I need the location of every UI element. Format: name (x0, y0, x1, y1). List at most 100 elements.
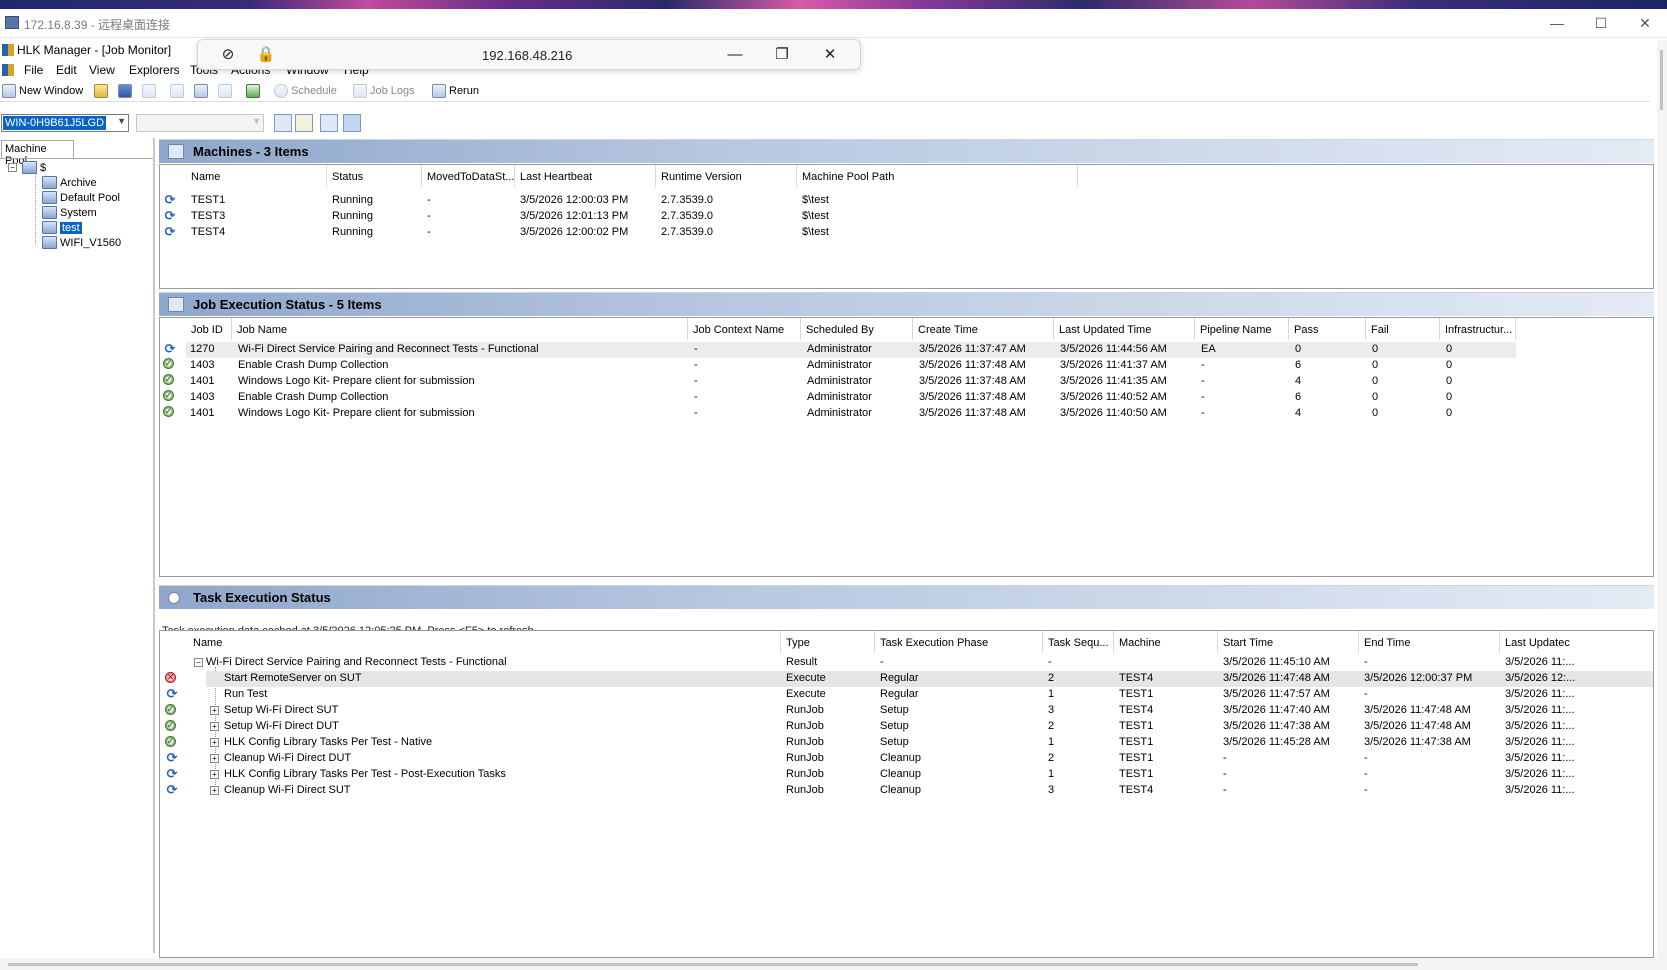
table-cell: TEST1 (191, 194, 226, 206)
column-header[interactable]: Pass (1289, 318, 1366, 340)
server-group-icon (42, 236, 57, 249)
pool-item-test[interactable]: test (42, 220, 82, 235)
refresh-status-icon: ⟳ (164, 341, 176, 356)
float-minimize-icon[interactable]: — (725, 45, 745, 65)
column-header[interactable]: Name (186, 165, 327, 187)
server-group-icon (42, 191, 57, 204)
table-cell: TEST4 (191, 226, 226, 238)
tab-machine-pool[interactable]: Machine Pool (1, 140, 74, 167)
column-header[interactable]: Task Sequ... (1043, 631, 1114, 653)
print-button[interactable] (142, 83, 156, 99)
table-cell: - (427, 226, 431, 238)
float-restore-icon[interactable]: ❐ (772, 45, 792, 65)
table-cell: 3/5/2026 11:41:35 AM (1060, 375, 1167, 387)
menu-edit[interactable]: Edit (56, 63, 77, 77)
paste-button[interactable] (218, 83, 232, 99)
vertical-scrollbar[interactable] (1657, 40, 1667, 960)
tasks-section-header: Task Execution Status (159, 585, 1654, 609)
schedule-button[interactable]: Schedule (274, 83, 337, 99)
table-cell: 3/5/2026 11:... (1505, 784, 1575, 796)
menu-file[interactable]: File (24, 63, 43, 77)
close-icon[interactable]: ✕ (1628, 13, 1662, 33)
expand-icon[interactable]: + (210, 754, 219, 763)
table-cell: 1403 (190, 359, 215, 371)
table-cell: Running (332, 194, 373, 206)
table-cell: 3/5/2026 11:41:37 AM (1060, 359, 1167, 371)
filter-view-icon[interactable] (295, 114, 313, 132)
column-header[interactable]: Start Time (1218, 631, 1359, 653)
table-cell: 3/5/2026 11:... (1505, 736, 1575, 748)
open-button[interactable] (94, 83, 108, 99)
table-cell: - (694, 375, 698, 387)
machine-select[interactable]: WIN-0H9B61J5LGD ▼ (1, 114, 129, 132)
column-header[interactable]: Fail (1366, 318, 1440, 340)
jobs-table: Job ID Job Name Job Context Name Scheduled … (159, 317, 1654, 577)
maximize-icon[interactable]: ☐ (1584, 13, 1618, 33)
menu-explorers[interactable]: Explorers (129, 63, 180, 77)
column-header[interactable]: MovedToDataSt... (422, 165, 515, 187)
horizontal-scrollbar[interactable] (0, 958, 1667, 970)
copy-icon (194, 84, 208, 98)
chart-icon (168, 297, 184, 312)
mdi-child-icon (2, 64, 14, 76)
column-header[interactable]: Last Updatec (1500, 631, 1653, 653)
rerun-button[interactable]: Rerun (432, 83, 479, 99)
pin-icon[interactable]: ⊘ (218, 45, 238, 65)
table-cell: Execute (786, 672, 826, 684)
machine-view-icon[interactable] (343, 114, 361, 132)
machines-section-header: Machines - 3 Items (159, 139, 1654, 163)
save-button[interactable] (118, 83, 132, 99)
column-header[interactable]: Job Context Name (688, 318, 801, 340)
menu-view[interactable]: View (89, 63, 115, 77)
table-cell: - (1364, 688, 1368, 700)
scrollbar-thumb[interactable] (1660, 50, 1663, 110)
column-header[interactable]: Last Updated Time (1054, 318, 1195, 340)
column-header[interactable]: Task Execution Phase (875, 631, 1043, 653)
job-logs-button[interactable]: Job Logs (353, 83, 415, 99)
tree-view-icon[interactable] (274, 114, 292, 132)
minimize-icon[interactable]: — (1540, 13, 1574, 33)
pool-item-default[interactable]: Default Pool (42, 190, 120, 205)
column-header[interactable]: Job Name (232, 318, 688, 340)
column-header[interactable]: Pipeline Name (1195, 318, 1289, 340)
column-header[interactable]: Job ID (186, 318, 232, 340)
column-header[interactable]: Name (188, 631, 781, 653)
details-view-icon[interactable] (320, 114, 338, 132)
column-header[interactable]: Machine (1114, 631, 1218, 653)
expand-icon[interactable]: + (210, 738, 219, 747)
job-logs-label: Job Logs (370, 85, 415, 97)
column-header[interactable]: Status (327, 165, 422, 187)
column-header[interactable]: Scheduled By (801, 318, 913, 340)
float-close-icon[interactable]: ✕ (820, 45, 840, 65)
table-cell: TEST1 (1119, 688, 1154, 700)
new-window-button[interactable]: New Window (2, 83, 83, 99)
table-cell: - (1364, 768, 1368, 780)
column-header[interactable]: End Time (1359, 631, 1500, 653)
scrollbar-thumb[interactable] (8, 963, 1418, 966)
expand-icon[interactable]: + (210, 786, 219, 795)
pool-item-archive[interactable]: Archive (42, 175, 97, 190)
collapse-icon[interactable]: − (8, 163, 17, 172)
copy-button[interactable] (194, 83, 208, 99)
expand-icon[interactable]: + (210, 722, 219, 731)
collapse-icon[interactable]: − (194, 658, 203, 667)
table-cell: 3/5/2026 11:... (1505, 752, 1575, 764)
column-header[interactable]: Runtime Version (656, 165, 797, 187)
pool-root[interactable]: $ (22, 160, 46, 175)
column-header[interactable]: Machine Pool Path (797, 165, 1078, 187)
column-header[interactable]: Type (781, 631, 875, 653)
column-header[interactable]: Create Time (913, 318, 1054, 340)
filter-select[interactable]: ▼ (136, 114, 264, 132)
completed-status-icon: ✓ (165, 704, 176, 715)
table-cell: 3/5/2026 11:40:50 AM (1060, 407, 1167, 419)
refresh-button[interactable] (246, 83, 260, 99)
pool-item-wifi[interactable]: WIFI_V1560 (42, 235, 121, 250)
server-group-icon (22, 161, 37, 174)
table-cell: 3/5/2026 11:... (1505, 688, 1575, 700)
column-header[interactable]: Infrastructur... (1440, 318, 1516, 340)
expand-icon[interactable]: + (210, 770, 219, 779)
pool-item-system[interactable]: System (42, 205, 97, 220)
expand-icon[interactable]: + (210, 706, 219, 715)
cut-button[interactable] (170, 83, 184, 99)
column-header[interactable]: Last Heartbeat (515, 165, 656, 187)
